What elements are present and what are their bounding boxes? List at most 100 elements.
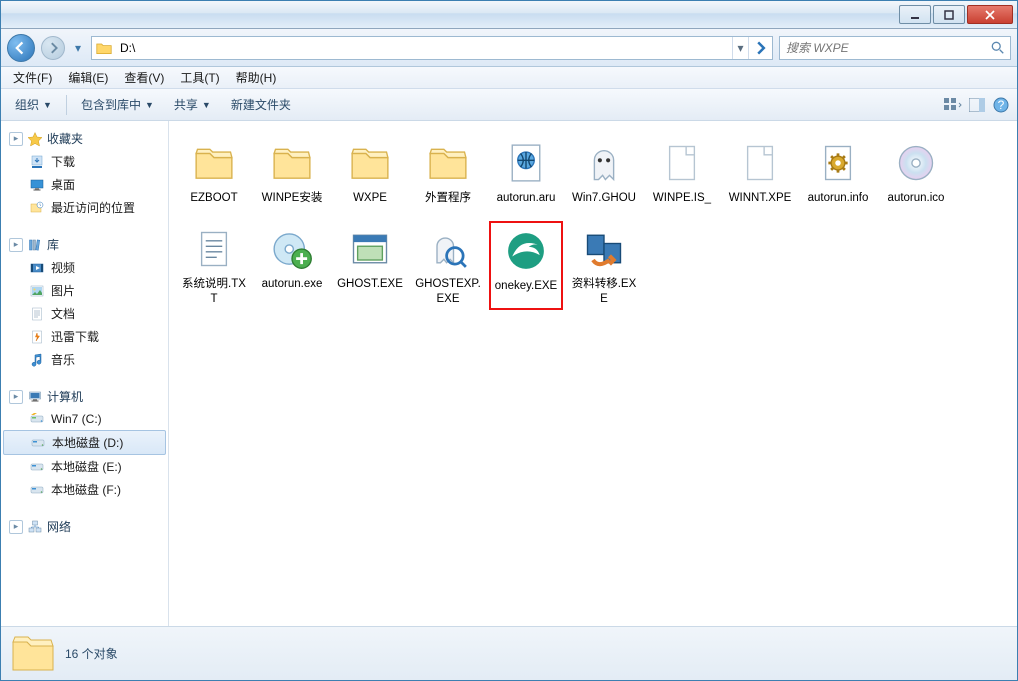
file-item[interactable]: 资料转移.EXE (567, 221, 641, 310)
items-grid: EZBOOTWINPE安装WXPE外置程序autorun.aruWin7.GHO… (175, 131, 1011, 318)
disc-icon (892, 139, 940, 187)
computer-icon (27, 389, 43, 405)
search-button[interactable] (986, 37, 1010, 59)
folder-icon (424, 139, 472, 187)
file-item[interactable]: WINPE.IS_ (645, 135, 719, 209)
organize-button[interactable]: 组织 ▼ (7, 92, 60, 117)
tree-item[interactable]: 图片 (1, 279, 168, 302)
folder-icon (346, 139, 394, 187)
history-dropdown[interactable]: ▾ (71, 41, 85, 55)
file-item[interactable]: Win7.GHOU (567, 135, 641, 209)
gear-doc-icon (814, 139, 862, 187)
file-label: autorun.ico (888, 191, 945, 205)
text-doc-icon (190, 225, 238, 273)
cd-green-icon (268, 225, 316, 273)
recent-icon (29, 200, 45, 216)
tree-head-library[interactable]: ▸库 (1, 233, 168, 256)
tree-head-label: 收藏夹 (47, 130, 83, 147)
globe-doc-icon (502, 139, 550, 187)
tree-item[interactable]: 音乐 (1, 348, 168, 371)
file-item[interactable]: autorun.info (801, 135, 875, 209)
help-icon: ? (993, 97, 1009, 113)
tree-item-label: 视频 (51, 259, 75, 276)
file-label: autorun.exe (262, 277, 323, 291)
preview-pane-button[interactable] (967, 95, 987, 115)
music-icon (29, 352, 45, 368)
tree-item[interactable]: 本地磁盘 (D:) (3, 430, 166, 455)
file-item[interactable]: autorun.ico (879, 135, 953, 209)
file-list-pane[interactable]: EZBOOTWINPE安装WXPE外置程序autorun.aruWin7.GHO… (169, 121, 1017, 626)
arrow-left-icon (14, 41, 28, 55)
tree-head-network[interactable]: ▸ 网络 (1, 515, 168, 538)
tree-item[interactable]: 视频 (1, 256, 168, 279)
file-item[interactable]: GHOSTEXP.EXE (411, 221, 485, 310)
menu-tools[interactable]: 工具(T) (172, 67, 227, 88)
menu-file[interactable]: 文件(F) (5, 67, 60, 88)
tree-item-label: 最近访问的位置 (51, 199, 135, 216)
drive-icon (29, 459, 45, 475)
menu-help[interactable]: 帮助(H) (228, 67, 285, 88)
expand-toggle-icon[interactable]: ▸ (9, 132, 23, 146)
minimize-button[interactable] (899, 5, 931, 24)
tree-group: ▸库视频图片文档迅雷下载音乐 (1, 233, 168, 371)
share-button[interactable]: 共享 ▼ (166, 92, 219, 117)
forward-button[interactable] (41, 36, 65, 60)
search-input[interactable] (780, 41, 986, 55)
address-dropdown[interactable]: ▾ (732, 37, 748, 59)
file-item[interactable]: 外置程序 (411, 135, 485, 209)
toolbar: 组织 ▼ 包含到库中 ▼ 共享 ▼ 新建文件夹 ? (1, 89, 1017, 121)
tree-item[interactable]: 文档 (1, 302, 168, 325)
file-item[interactable]: WINPE安装 (255, 135, 329, 209)
tree-item-label: 音乐 (51, 351, 75, 368)
folder-icon (94, 38, 114, 58)
file-item[interactable]: EZBOOT (177, 135, 251, 209)
nav-sidebar: ▸收藏夹下载桌面最近访问的位置▸库视频图片文档迅雷下载音乐▸计算机Win7 (C… (1, 121, 169, 626)
file-label: WINNT.XPE (729, 191, 792, 205)
back-button[interactable] (7, 34, 35, 62)
file-label: GHOST.EXE (337, 277, 403, 291)
content-area: ▸收藏夹下载桌面最近访问的位置▸库视频图片文档迅雷下载音乐▸计算机Win7 (C… (1, 121, 1017, 626)
arrow-right-icon (47, 42, 59, 54)
picture-icon (29, 283, 45, 299)
file-item[interactable]: 系统说明.TXT (177, 221, 251, 310)
include-library-button[interactable]: 包含到库中 ▼ (73, 92, 162, 117)
view-mode-button[interactable] (943, 95, 963, 115)
tree-item[interactable]: 迅雷下载 (1, 325, 168, 348)
preview-icon (969, 98, 985, 112)
file-item[interactable]: autorun.exe (255, 221, 329, 310)
blank-icon (736, 139, 784, 187)
file-item[interactable]: onekey.EXE (489, 221, 563, 310)
tree-item[interactable]: 下载 (1, 150, 168, 173)
expand-toggle-icon[interactable]: ▸ (9, 238, 23, 252)
go-button[interactable] (748, 37, 772, 59)
file-item[interactable]: autorun.aru (489, 135, 563, 209)
file-item[interactable]: WXPE (333, 135, 407, 209)
tree-head-label: 网络 (47, 518, 71, 535)
tree-item-label: Win7 (C:) (51, 412, 102, 426)
tree-item-label: 本地磁盘 (E:) (51, 458, 122, 475)
expand-toggle-icon[interactable]: ▸ (9, 390, 23, 404)
expand-toggle-icon[interactable]: ▸ (9, 520, 23, 534)
library-icon (27, 237, 43, 253)
file-item[interactable]: GHOST.EXE (333, 221, 407, 310)
tree-head-computer[interactable]: ▸计算机 (1, 385, 168, 408)
tree-item[interactable]: 最近访问的位置 (1, 196, 168, 219)
tree-item[interactable]: Win7 (C:) (1, 408, 168, 430)
maximize-button[interactable] (933, 5, 965, 24)
help-button[interactable]: ? (991, 95, 1011, 115)
tree-item[interactable]: 本地磁盘 (F:) (1, 478, 168, 501)
tree-head-star[interactable]: ▸ 收藏夹 (1, 127, 168, 150)
close-button[interactable] (967, 5, 1013, 24)
tree-item[interactable]: 本地磁盘 (E:) (1, 455, 168, 478)
new-folder-button[interactable]: 新建文件夹 (223, 92, 299, 117)
thumbnails-icon (944, 98, 962, 112)
menu-edit[interactable]: 编辑(E) (60, 67, 116, 88)
address-bar[interactable]: D:\ ▾ (91, 36, 773, 60)
onekey-icon (502, 227, 550, 275)
menu-view[interactable]: 查看(V) (116, 67, 172, 88)
tree-item[interactable]: 桌面 (1, 173, 168, 196)
video-icon (29, 260, 45, 276)
download-icon (29, 154, 45, 170)
tree-head-label: 库 (47, 236, 59, 253)
file-item[interactable]: WINNT.XPE (723, 135, 797, 209)
